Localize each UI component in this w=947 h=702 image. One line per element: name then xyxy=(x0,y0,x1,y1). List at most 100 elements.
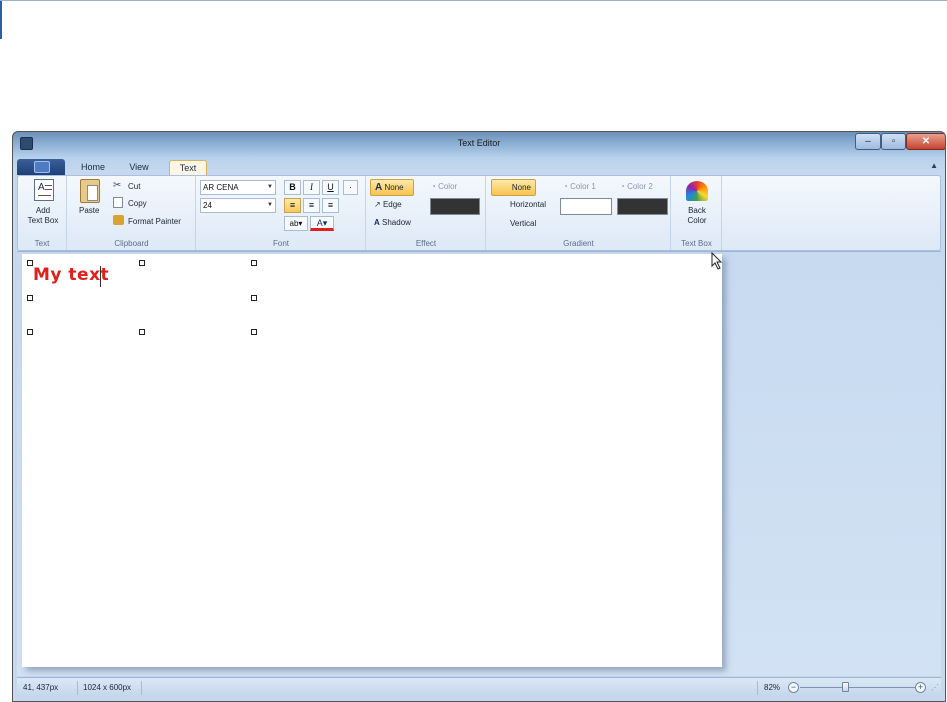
group-gradient: None Horizontal Vertical ◔ Color 1 ◔ Col… xyxy=(487,176,671,250)
font-size-value: 24 xyxy=(203,201,212,210)
group-label-font: Font xyxy=(272,239,289,248)
header-accent xyxy=(0,1,2,39)
back-color-palette-icon xyxy=(686,181,708,201)
cut-button[interactable]: Cut xyxy=(128,182,140,191)
italic-button[interactable]: I xyxy=(303,180,320,195)
effect-shadow-button[interactable]: A Shadow xyxy=(374,218,411,227)
group-label-clipboard: Clipboard xyxy=(114,239,149,248)
status-bar: 41, 437px 1024 x 600px 82% − + ⋰ xyxy=(17,677,941,697)
tab-view[interactable]: View xyxy=(123,160,155,176)
effect-edge-label: Edge xyxy=(382,200,402,209)
collapse-ribbon-icon[interactable]: ▲ xyxy=(930,161,938,170)
text-editor-window: Text Editor – ▫ ✕ Home View Text ▲ A Add… xyxy=(12,131,946,702)
resize-handle[interactable] xyxy=(139,260,145,266)
canvas-area[interactable]: My text xyxy=(17,251,941,676)
copy-button[interactable]: Copy xyxy=(128,199,147,208)
gradient-color1-button[interactable]: ◔ Color 1 xyxy=(563,182,596,191)
mouse-pointer-icon xyxy=(711,252,723,270)
window-title: Text Editor xyxy=(457,138,501,148)
document-page[interactable]: My text xyxy=(22,254,722,667)
tab-home[interactable]: Home xyxy=(75,160,111,176)
page-header-strip xyxy=(0,0,947,39)
scissors-icon: ✂ xyxy=(113,180,122,191)
effect-a-icon: A xyxy=(375,182,383,193)
format-painter-button[interactable]: Format Painter xyxy=(128,217,181,226)
zoom-slider-track[interactable] xyxy=(800,687,920,688)
shadow-icon: A xyxy=(374,218,380,227)
align-center-button[interactable]: ≡ xyxy=(303,198,320,213)
add-text-box-button[interactable]: Add Text Box xyxy=(24,206,62,226)
font-name-value: AR CENA xyxy=(203,183,239,192)
resize-handle[interactable] xyxy=(251,295,257,301)
palette-icon: ◔ xyxy=(563,182,568,191)
resize-handle[interactable] xyxy=(251,260,257,266)
edge-icon: ↗ xyxy=(374,200,381,209)
cursor-position: 41, 437px xyxy=(23,683,59,692)
effect-color-swatch[interactable] xyxy=(430,198,480,215)
font-name-select[interactable]: AR CENA ▼ xyxy=(200,180,276,195)
align-right-button[interactable]: ≡ xyxy=(322,198,339,213)
minimize-button[interactable]: – xyxy=(855,133,881,150)
group-label-gradient: Gradient xyxy=(563,239,594,248)
gradient-color2-button[interactable]: ◔ Color 2 xyxy=(620,182,653,191)
status-separator xyxy=(141,681,142,695)
title-bar: Text Editor – ▫ ✕ xyxy=(13,132,945,156)
zoom-in-icon[interactable]: + xyxy=(915,682,926,693)
gradient-color1-swatch[interactable] xyxy=(560,198,612,215)
group-clipboard: Paste ✂ Cut Copy Format Painter Clipboar… xyxy=(68,176,196,250)
resize-handle[interactable] xyxy=(27,329,33,335)
chevron-down-icon: ▼ xyxy=(267,184,273,190)
font-size-select[interactable]: 24 ▼ xyxy=(200,198,276,213)
palette-icon: ◔ xyxy=(620,182,625,191)
group-text-box: Back Color Text Box xyxy=(672,176,722,250)
gradient-horizontal-button[interactable]: Horizontal xyxy=(510,200,546,209)
zoom-out-icon[interactable]: − xyxy=(788,682,799,693)
status-separator xyxy=(77,681,78,695)
effect-none-button[interactable]: A None xyxy=(370,179,414,196)
ribbon-tabs: Home View Text ▲ xyxy=(17,157,941,176)
tab-text[interactable]: Text xyxy=(169,160,207,176)
group-font: AR CENA ▼ 24 ▼ B I U · ≡ ≡ ≡ ab▾ A▾ Font xyxy=(197,176,366,250)
gradient-color2-swatch[interactable] xyxy=(617,198,668,215)
strikethrough-button[interactable]: · xyxy=(343,180,358,195)
text-highlight-button[interactable]: ab▾ xyxy=(284,216,308,231)
resize-handle[interactable] xyxy=(27,295,33,301)
text-box-content[interactable]: My text xyxy=(33,265,109,285)
zoom-slider-thumb[interactable] xyxy=(842,682,849,692)
group-effect: A None ↗ Edge A Shadow ◔ Color Effect xyxy=(367,176,486,250)
resize-handle[interactable] xyxy=(251,329,257,335)
effect-color-label: Color xyxy=(438,182,458,191)
maximize-button[interactable]: ▫ xyxy=(881,133,906,150)
copy-icon xyxy=(113,197,123,208)
gradient-vertical-button[interactable]: Vertical xyxy=(510,219,536,228)
gradient-color1-label: Color 1 xyxy=(570,182,596,191)
group-label-effect: Effect xyxy=(415,239,437,248)
group-label-text-box: Text Box xyxy=(681,239,712,248)
text-caret xyxy=(100,266,101,287)
gradient-none-button[interactable]: None xyxy=(491,179,536,196)
paste-icon xyxy=(80,179,100,203)
align-left-button[interactable]: ≡ xyxy=(284,198,301,213)
format-painter-icon xyxy=(113,215,124,225)
effect-none-label: None xyxy=(384,183,404,192)
back-color-button[interactable]: Back Color xyxy=(678,206,716,226)
application-menu-button[interactable] xyxy=(17,159,65,175)
effect-shadow-label: Shadow xyxy=(382,218,411,227)
paste-button[interactable]: Paste xyxy=(79,206,99,215)
bold-button[interactable]: B xyxy=(284,180,301,195)
effect-edge-button[interactable]: ↗ Edge xyxy=(374,200,402,209)
underline-button[interactable]: U xyxy=(322,180,339,195)
status-separator xyxy=(757,681,758,695)
group-label-text: Text xyxy=(34,239,50,248)
zoom-level: 82% xyxy=(764,683,781,692)
resize-grip-icon[interactable]: ⋰ xyxy=(931,683,939,692)
resize-handle[interactable] xyxy=(139,329,145,335)
add-text-box-icon: A xyxy=(34,179,54,201)
effect-color-button[interactable]: ◔ Color xyxy=(431,182,457,191)
canvas-size: 1024 x 600px xyxy=(83,683,132,692)
close-button[interactable]: ✕ xyxy=(906,133,945,150)
palette-icon: ◔ xyxy=(431,182,436,191)
chevron-down-icon: ▼ xyxy=(267,202,273,208)
font-color-button[interactable]: A▾ xyxy=(310,216,334,231)
app-menu-icon xyxy=(34,161,50,173)
